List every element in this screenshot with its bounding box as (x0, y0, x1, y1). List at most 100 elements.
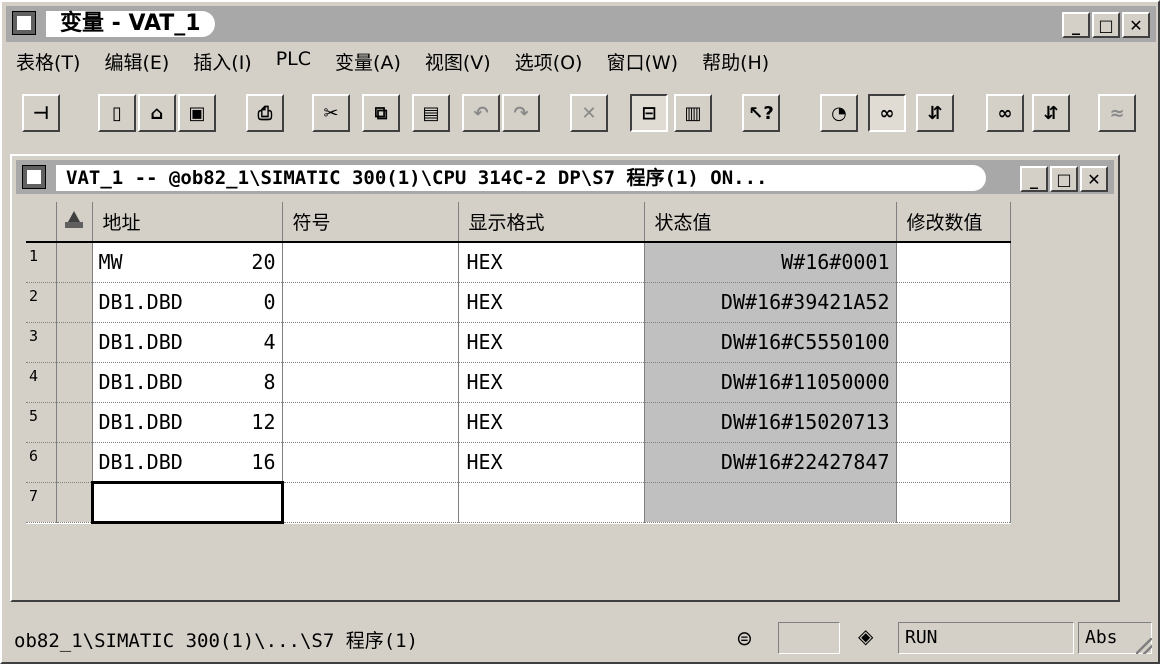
monitor-once-icon[interactable]: ∞ (986, 94, 1024, 132)
modify-cell[interactable] (896, 402, 1011, 443)
symbol-cell[interactable] (282, 362, 459, 403)
force-icon[interactable]: ≈ (1098, 94, 1136, 132)
table-row[interactable]: 6 DB1.DBD 16 HEX DW#16#22427847 (26, 442, 1011, 483)
format-cell[interactable] (458, 482, 645, 523)
print-icon[interactable]: ⎙ (246, 94, 284, 132)
plc-icon[interactable]: ▥ (674, 94, 712, 132)
modify-once-icon[interactable]: ⇵ (1032, 94, 1070, 132)
format-cell[interactable]: HEX (458, 402, 645, 443)
modify-cell[interactable] (896, 282, 1011, 323)
symbol-cell[interactable] (282, 402, 459, 443)
row-number[interactable]: 5 (26, 402, 57, 443)
menu-help[interactable]: 帮助(H) (702, 48, 769, 75)
table-row[interactable]: 1 MW 20 HEX W#16#0001 (26, 242, 1011, 283)
address-cell-active[interactable] (90, 480, 284, 524)
monitor-icon[interactable]: ∞ (868, 94, 906, 132)
online-offline-icon[interactable]: ⊟ (630, 94, 668, 132)
modify-icon[interactable]: ⇵ (916, 94, 954, 132)
modify-cell[interactable] (896, 442, 1011, 483)
monitor-trigger-icon[interactable]: ◔ (820, 94, 858, 132)
table-row[interactable]: 3 DB1.DBD 4 HEX DW#16#C5550100 (26, 322, 1011, 363)
address-cell[interactable]: DB1.DBD 8 (92, 362, 283, 403)
table-row[interactable]: 5 DB1.DBD 12 HEX DW#16#15020713 (26, 402, 1011, 443)
resize-grip-icon[interactable] (1136, 638, 1152, 654)
header-format[interactable]: 显示格式 (458, 202, 645, 243)
format-cell[interactable]: HEX (458, 242, 645, 283)
table-row[interactable]: 4 DB1.DBD 8 HEX DW#16#11050000 (26, 362, 1011, 403)
undo-icon[interactable]: ↶ (462, 94, 500, 132)
save-icon[interactable]: ▣ (178, 94, 216, 132)
status-mode: RUN (898, 622, 1074, 654)
address-cell[interactable]: MW 20 (92, 242, 283, 283)
header-modify[interactable]: 修改数值 (896, 202, 1011, 243)
cut-icon[interactable]: ✂ (312, 94, 350, 132)
app-icon[interactable] (12, 11, 36, 35)
format-cell[interactable]: HEX (458, 282, 645, 323)
child-maximize-button[interactable]: □ (1050, 166, 1078, 192)
modify-cell[interactable] (896, 362, 1011, 403)
menu-table[interactable]: 表格(T) (16, 48, 80, 75)
paste-icon[interactable]: ▤ (412, 94, 450, 132)
redo-icon[interactable]: ↷ (502, 94, 540, 132)
title-bar[interactable]: 变量 - VAT_1 _ □ ✕ (6, 6, 1156, 42)
child-app-icon[interactable] (22, 165, 46, 189)
symbol-cell[interactable] (282, 322, 459, 363)
symbol-cell[interactable] (282, 442, 459, 483)
symbol-cell[interactable] (282, 282, 459, 323)
help-pointer-icon[interactable]: ↖? (742, 94, 780, 132)
menu-options[interactable]: 选项(O) (515, 48, 583, 75)
symbol-cell[interactable] (282, 242, 459, 283)
toolbar: ⊣ ▯ ⌂ ▣ ⎙ ✂ ⧉ ▤ ↶ ↷ ✕ ⊟ ▥ ↖? ◔ ∞ ⇵ ∞ ⇵ ≈ (2, 86, 1160, 138)
child-minimize-button[interactable]: _ (1020, 166, 1048, 192)
format-cell[interactable]: HEX (458, 362, 645, 403)
row-number[interactable]: 1 (26, 242, 57, 283)
modify-cell[interactable] (896, 242, 1011, 283)
symbol-cell[interactable] (282, 482, 459, 523)
new-icon[interactable]: ▯ (98, 94, 136, 132)
row-gutter (56, 282, 93, 323)
header-status[interactable]: 状态值 (644, 202, 897, 243)
address-offset: 4 (263, 330, 276, 354)
menu-plc[interactable]: PLC (276, 48, 311, 75)
pin-icon[interactable]: ⊣ (22, 94, 60, 132)
row-gutter (56, 482, 93, 523)
close-button[interactable]: ✕ (1122, 12, 1150, 38)
row-number[interactable]: 2 (26, 282, 57, 323)
menu-edit[interactable]: 编辑(E) (104, 48, 169, 75)
modify-cell[interactable] (896, 322, 1011, 363)
address-cell[interactable]: DB1.DBD 4 (92, 322, 283, 363)
header-address[interactable]: 地址 (92, 202, 283, 243)
status-cell: DW#16#C5550100 (644, 322, 897, 363)
copy-icon[interactable]: ⧉ (362, 94, 400, 132)
address-cell[interactable]: DB1.DBD 12 (92, 402, 283, 443)
maximize-button[interactable]: □ (1092, 12, 1120, 38)
row-number[interactable]: 3 (26, 322, 57, 363)
row-number[interactable]: 7 (26, 482, 57, 523)
menu-view[interactable]: 视图(V) (425, 48, 491, 75)
menu-window[interactable]: 窗口(W) (606, 48, 678, 75)
row-number[interactable]: 4 (26, 362, 57, 403)
delete-icon[interactable]: ✕ (570, 94, 608, 132)
status-cell: W#16#0001 (644, 242, 897, 283)
format-cell[interactable]: HEX (458, 322, 645, 363)
header-sort[interactable] (56, 202, 93, 243)
table-row[interactable]: 7 (26, 480, 1011, 524)
status-empty-field (778, 622, 840, 654)
menu-bar: 表格(T) 编辑(E) 插入(I) PLC 变量(A) 视图(V) 选项(O) … (16, 48, 769, 75)
status-path: ob82_1\SIMATIC 300(1)\...\S7 程序(1) (14, 630, 419, 652)
child-title-bar[interactable]: VAT_1 -- @ob82_1\SIMATIC 300(1)\CPU 314C… (16, 160, 1114, 194)
header-symbol[interactable]: 符号 (282, 202, 459, 243)
menu-variable[interactable]: 变量(A) (335, 48, 401, 75)
menu-insert[interactable]: 插入(I) (193, 48, 251, 75)
address-cell[interactable]: DB1.DBD 16 (92, 442, 283, 483)
address-offset: 20 (251, 250, 276, 275)
child-close-button[interactable]: ✕ (1080, 166, 1108, 192)
open-icon[interactable]: ⌂ (138, 94, 176, 132)
format-cell[interactable]: HEX (458, 442, 645, 483)
variable-table-window: VAT_1 -- @ob82_1\SIMATIC 300(1)\CPU 314C… (10, 154, 1120, 602)
address-cell[interactable]: DB1.DBD 0 (92, 282, 283, 323)
minimize-button[interactable]: _ (1062, 12, 1090, 38)
row-number[interactable]: 6 (26, 442, 57, 483)
modify-cell[interactable] (896, 482, 1011, 523)
table-row[interactable]: 2 DB1.DBD 0 HEX DW#16#39421A52 (26, 282, 1011, 323)
